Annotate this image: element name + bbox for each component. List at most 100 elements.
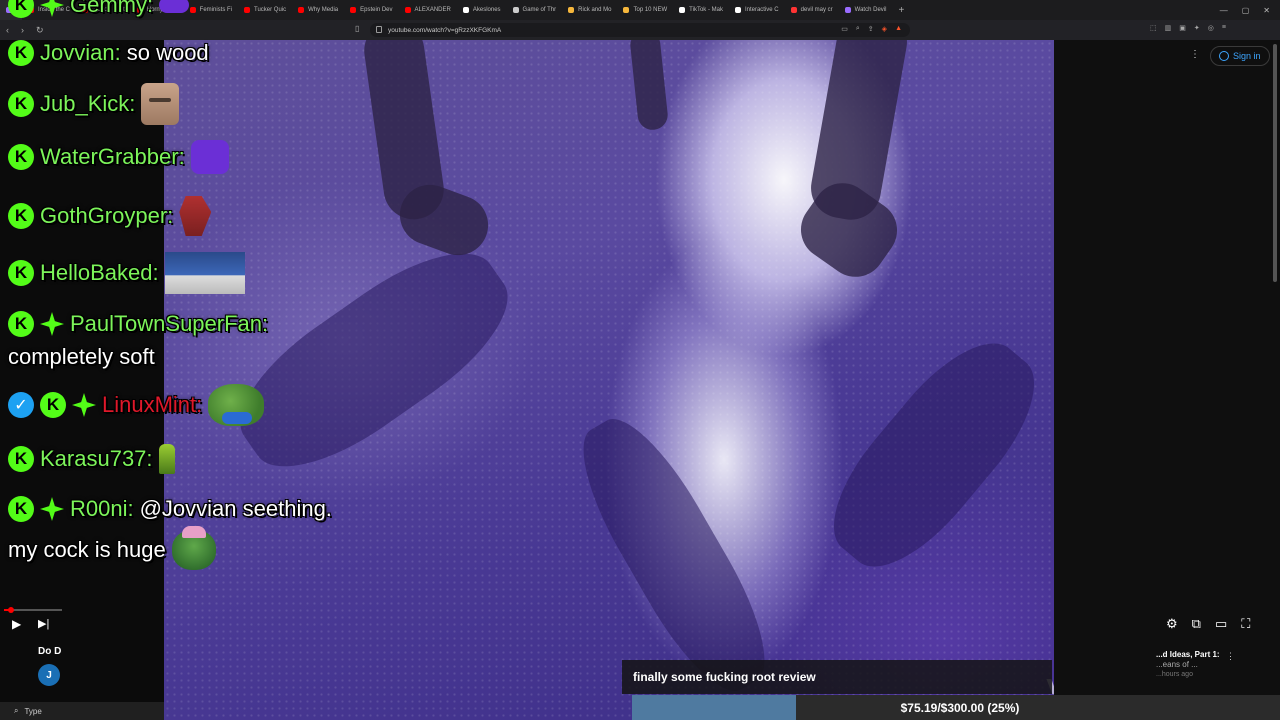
- donation-text: finally some fucking root review: [633, 670, 816, 684]
- emote-image: [190, 140, 229, 174]
- emote-image: [159, 0, 190, 13]
- brave-rewards-icon[interactable]: ▲: [895, 25, 902, 33]
- window-controls: — ▢ ✕: [1220, 6, 1280, 15]
- new-tab-button[interactable]: +: [892, 5, 910, 16]
- brave-shields-icon[interactable]: ◈: [882, 25, 887, 33]
- tab-label: Rick and Mo: [578, 7, 612, 13]
- chat-text: my cock is huge: [8, 537, 166, 562]
- browser-tab[interactable]: Rick and Mo: [562, 0, 617, 20]
- sign-in-button[interactable]: Sign in: [1210, 46, 1270, 66]
- browser-tab[interactable]: Top 10 NEW: [617, 0, 673, 20]
- chat-message: K Karasu737:: [8, 444, 175, 474]
- chat-message: K Gemmy:: [8, 0, 190, 18]
- chat-message: K Jub_Kick:: [8, 83, 180, 125]
- chat-message: K R00ni: @Jovvian seething.: [8, 496, 332, 522]
- tab-favicon-icon: [623, 7, 630, 13]
- playback-progress-bar[interactable]: [4, 607, 62, 613]
- kick-badge-icon: K: [8, 446, 34, 472]
- tab-favicon-icon: [679, 7, 686, 13]
- maximize-icon[interactable]: ▢: [1242, 6, 1250, 15]
- tab-favicon-icon: [734, 7, 741, 13]
- chat-text: completely soft: [8, 344, 155, 369]
- recommended-time: ...hours ago: [1156, 671, 1193, 678]
- recommended-more-icon[interactable]: ⋮: [1226, 651, 1235, 662]
- taskbar: ⌕ Type: [0, 702, 164, 720]
- kick-badge-icon: K: [8, 144, 34, 170]
- sidebar-video-title[interactable]: Do D: [38, 646, 61, 657]
- donation-message: finally some fucking root review: [622, 660, 1052, 694]
- share-icon[interactable]: ⇪: [868, 25, 874, 33]
- kick-badge-icon: K: [8, 91, 34, 117]
- tab-label: Akeslones: [472, 7, 501, 13]
- chat-username: R00ni:: [70, 496, 134, 521]
- tab-label: Watch Devil: [854, 7, 887, 13]
- subscriber-badge-icon: [40, 0, 64, 17]
- theater-mode-icon[interactable]: ▭: [1215, 616, 1227, 632]
- kick-badge-icon: K: [8, 311, 34, 337]
- play-icon[interactable]: ▶: [12, 617, 21, 631]
- chat-message: K HelloBaked:: [8, 252, 245, 294]
- tab-label: Game of Thr: [522, 7, 557, 13]
- emote-image: [164, 252, 245, 294]
- chat-message: K WaterGrabber:: [8, 140, 229, 174]
- leo-icon[interactable]: ✦: [1194, 24, 1200, 32]
- tab-label: devil may cr: [800, 7, 833, 13]
- tab-favicon-icon: [568, 7, 575, 13]
- kick-badge-icon: K: [40, 392, 66, 418]
- minimize-icon[interactable]: —: [1220, 6, 1228, 15]
- taskbar-search-label[interactable]: Type: [24, 707, 41, 716]
- playback-scrubber[interactable]: [7, 607, 14, 613]
- browser-tab[interactable]: Watch Devil: [839, 0, 893, 20]
- browser-tab[interactable]: Interactive C: [729, 0, 785, 20]
- sign-in-label: Sign in: [1233, 51, 1261, 61]
- menu-icon[interactable]: ≡: [1222, 24, 1226, 32]
- browser-tab[interactable]: Akeslones: [457, 0, 507, 20]
- subscriber-badge-icon: [72, 393, 96, 417]
- chat-username: Gemmy:: [70, 0, 154, 17]
- tab-favicon-icon: [844, 7, 851, 13]
- browser-tab[interactable]: devil may cr: [785, 0, 839, 20]
- channel-avatar[interactable]: J: [38, 664, 60, 686]
- chat-username: Karasu737:: [40, 446, 153, 471]
- chat-username: LinuxMint:: [102, 392, 203, 417]
- vpn-icon[interactable]: ◎: [1208, 24, 1214, 32]
- chat-message: K Jovvian: so wood: [8, 40, 209, 66]
- close-icon[interactable]: ✕: [1263, 6, 1270, 15]
- extensions-area: ⬚ ▥ ▣ ✦ ◎ ≡: [1150, 24, 1226, 32]
- browser-tab[interactable]: TikTok - Mak: [673, 0, 729, 20]
- emote-image: [179, 196, 212, 236]
- chat-username: PaulTownSuperFan:: [70, 311, 269, 336]
- player-controls: ⚙ ⧉ ▭ ⛶: [1166, 616, 1250, 632]
- emote-image: [158, 444, 175, 474]
- fullscreen-icon[interactable]: ⛶: [1241, 616, 1250, 632]
- tab-label: Interactive C: [744, 7, 779, 13]
- next-icon[interactable]: ▶|: [38, 617, 49, 630]
- chat-username: Jovvian:: [40, 40, 121, 65]
- sidebar-toggle-icon[interactable]: ▥: [1165, 24, 1172, 32]
- stream-chat-overlay: K Gemmy: K Jovvian: so wood K Jub_Kick: …: [0, 0, 420, 600]
- donation-goal-text: $75.19/$300.00 (25%): [900, 700, 1020, 715]
- search-icon[interactable]: ⌕: [14, 706, 18, 716]
- zoom-icon[interactable]: ⌕: [856, 25, 860, 33]
- emote-image: [141, 83, 180, 125]
- miniplayer-icon[interactable]: ⧉: [1192, 616, 1201, 632]
- tab-favicon-icon: [462, 7, 469, 13]
- account-icon: [1219, 51, 1229, 61]
- tab-label: Top 10 NEW: [633, 7, 668, 13]
- tab-favicon-icon: [790, 7, 797, 13]
- browser-tab[interactable]: Game of Thr: [507, 0, 563, 20]
- emote-image: [171, 526, 216, 570]
- page-scrollbar[interactable]: [1273, 44, 1277, 282]
- wallet-icon[interactable]: ▣: [1179, 24, 1186, 32]
- extension-icon[interactable]: ⬚: [1150, 24, 1157, 32]
- more-options-icon[interactable]: ⋮: [1190, 49, 1200, 60]
- url-actions: ▭ ⌕ ⇪ ◈ ▲: [841, 25, 902, 33]
- tab-label: TikTok - Mak: [689, 7, 723, 13]
- settings-icon[interactable]: ⚙: [1166, 616, 1178, 632]
- chat-message: ✓ K LinuxMint:: [8, 384, 265, 426]
- kick-badge-icon: K: [8, 260, 34, 286]
- verified-badge-icon: ✓: [8, 392, 34, 418]
- install-icon[interactable]: ▭: [841, 25, 848, 33]
- url-field[interactable]: youtube.com/watch?v=gRzzXKFGKmA ▭ ⌕ ⇪ ◈ …: [370, 23, 910, 37]
- chat-text: so wood: [126, 40, 209, 65]
